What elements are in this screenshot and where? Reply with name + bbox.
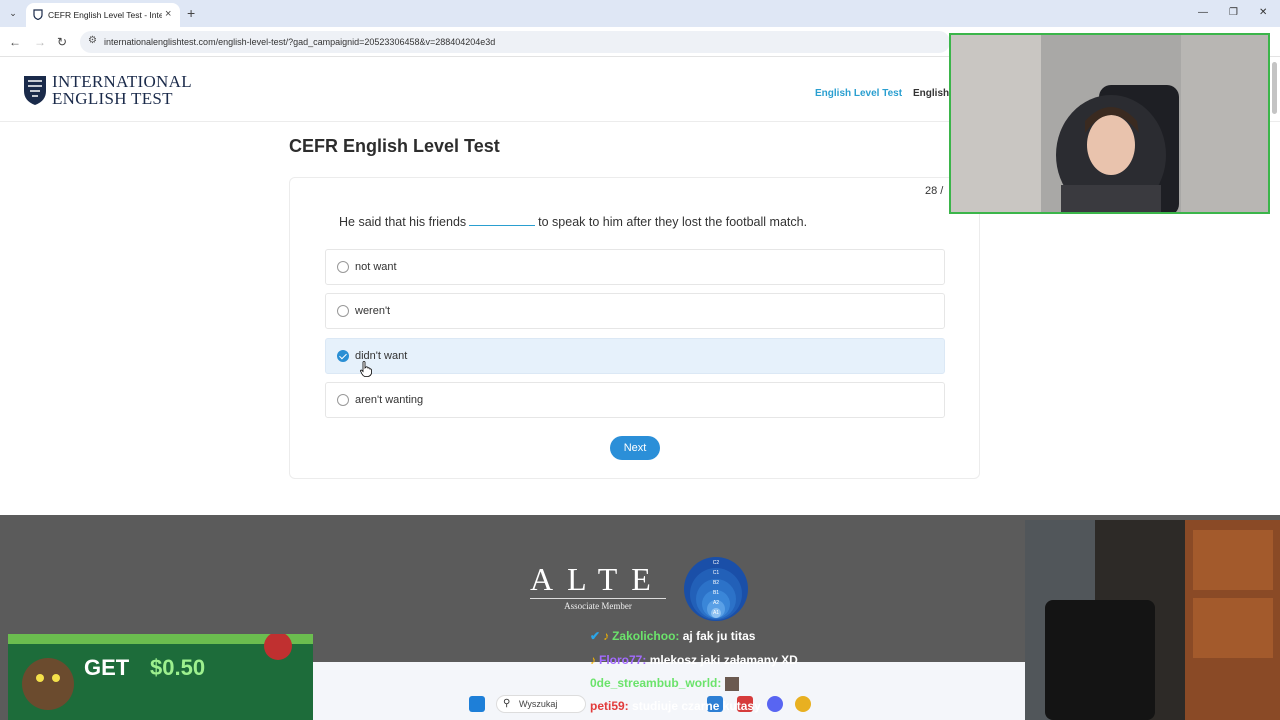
taskbar-search-placeholder: Wyszukaj	[519, 699, 558, 709]
webcam-overlay-room	[1025, 520, 1280, 720]
answer-label: aren't wanting	[355, 394, 424, 406]
chat-user: Floro77:	[599, 653, 647, 667]
question-after: to speak to him after they lost the foot…	[538, 215, 808, 229]
hand-cursor-icon	[360, 361, 372, 377]
chat-message-1: ✔ ♪ Zakolichoo: aj fak ju titas	[590, 629, 755, 643]
chat-text: aj fak ju titas	[682, 629, 756, 643]
cefr-level-a2: A2	[713, 600, 719, 606]
cefr-level-c2: C2	[713, 560, 720, 566]
webcam-image	[951, 35, 1268, 212]
url-text: internationalenglishtest.com/english-lev…	[104, 37, 496, 47]
chat-user: Zakolichoo:	[612, 629, 680, 643]
note-icon: ♪	[590, 653, 596, 667]
cefr-level-b1: B1	[713, 590, 719, 596]
restore-icon[interactable]: ❐	[1229, 6, 1238, 20]
chrome-icon[interactable]	[795, 696, 811, 712]
iet-shield-logo-icon[interactable]	[22, 74, 48, 106]
window-close-icon[interactable]: ✕	[1259, 6, 1267, 20]
badge-icon: ✔	[590, 629, 601, 643]
question-counter: 28 /	[925, 185, 944, 197]
cefr-level-a1: A1	[713, 610, 719, 616]
nav-english[interactable]: English	[913, 88, 949, 100]
next-button[interactable]: Next	[610, 436, 660, 460]
webcam-overlay-main	[949, 33, 1270, 214]
question-before: He said that his friends	[339, 215, 467, 229]
answer-blank	[469, 216, 536, 226]
chat-user: peti59:	[590, 699, 629, 713]
logo-line-2: ENGLISH TEST	[52, 89, 173, 108]
taskbar-search-icon: ⚲	[503, 698, 511, 709]
new-tab-icon[interactable]: +	[187, 5, 195, 21]
radio-button[interactable]	[337, 394, 349, 406]
answer-label: not want	[355, 261, 397, 273]
site-logo-text[interactable]: INTERNATIONAL ENGLISH TEST	[52, 73, 192, 107]
ad-get-text: GET	[84, 655, 130, 680]
answer-label: weren't	[355, 305, 391, 317]
logo-line-1: INTERNATIONAL	[52, 72, 192, 91]
chat-message-2: ♪ Floro77: mlekosz jaki załamany XD	[590, 653, 798, 667]
chat-message-4: peti59: studiuje czarne kutasy	[590, 699, 761, 713]
chat-text: studiuje czarne kutasy	[632, 699, 761, 713]
site-info-icon[interactable]: ⚙	[88, 35, 97, 46]
radio-button[interactable]	[337, 261, 349, 273]
reload-icon[interactable]: ↻	[57, 34, 67, 50]
nav-english-level-test[interactable]: English Level Test	[815, 88, 902, 100]
note-icon: ♪	[603, 629, 610, 643]
ad-amount-text: $0.50	[150, 655, 206, 680]
cefr-levels-logo: C2 C1 B2 B1 A2 A1	[684, 557, 748, 621]
chat-message-3: 0de_streambub_world:	[590, 676, 739, 691]
alte-logo: ALTE Associate Member	[530, 563, 666, 611]
back-icon[interactable]: ←	[9, 34, 21, 50]
radio-button[interactable]	[337, 305, 349, 317]
minimize-icon[interactable]: —	[1198, 6, 1208, 20]
alte-title: ALTE	[530, 561, 665, 597]
tab-search-icon[interactable]: ⌄	[6, 6, 20, 20]
chat-text: mlekosz jaki załamany XD	[649, 653, 798, 667]
chat-user: 0de_streambub_world:	[590, 676, 722, 690]
page-title: CEFR English Level Test	[289, 136, 500, 156]
forward-icon[interactable]: →	[34, 34, 46, 50]
tab-title: CEFR English Level Test - Intern	[48, 10, 162, 20]
alte-divider	[530, 598, 666, 599]
browser-tab-bar: ⌄ CEFR English Level Test - Intern × + —…	[0, 0, 1280, 27]
answer-option-1[interactable]: not want	[325, 249, 945, 285]
cefr-level-c1: C1	[713, 570, 720, 576]
windows-start-icon[interactable]	[469, 696, 485, 712]
browser-tab[interactable]: CEFR English Level Test - Intern ×	[26, 3, 180, 27]
answer-option-3[interactable]: didn't want	[325, 338, 945, 374]
tab-close-icon[interactable]: ×	[165, 7, 171, 21]
radio-button-checked[interactable]	[337, 350, 349, 362]
address-bar[interactable]: ⚙ internationalenglishtest.com/english-l…	[80, 31, 950, 53]
discord-icon[interactable]	[767, 696, 783, 712]
taskbar-search[interactable]: ⚲ Wyszukaj	[496, 695, 586, 713]
room-image	[1025, 520, 1280, 720]
alte-subtitle: Associate Member	[564, 601, 632, 611]
site-favicon-icon	[33, 9, 43, 20]
question-text: He said that his friends to speak to him …	[339, 215, 807, 229]
ad-banner[interactable]: GET $0.50	[8, 634, 313, 720]
scrollbar-thumb[interactable]	[1272, 62, 1277, 114]
answer-option-2[interactable]: weren't	[325, 293, 945, 329]
answer-option-4[interactable]: aren't wanting	[325, 382, 945, 418]
emote-icon	[724, 676, 739, 691]
cefr-level-b2: B2	[713, 580, 719, 586]
